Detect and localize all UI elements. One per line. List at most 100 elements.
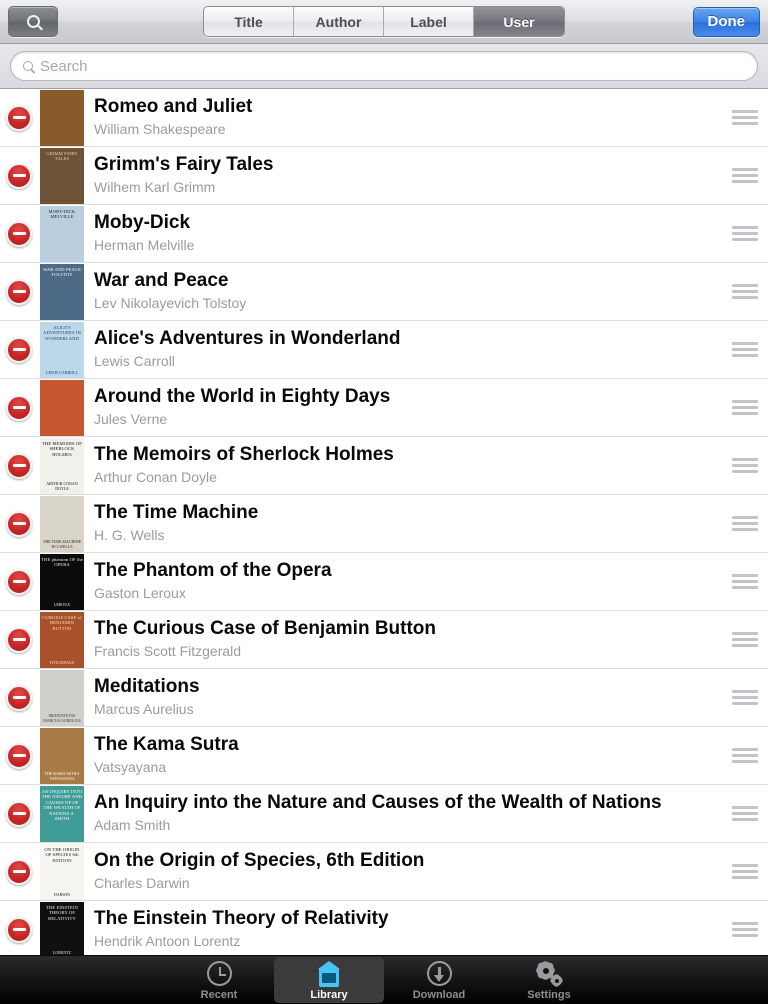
clock-icon <box>206 959 232 988</box>
table-row[interactable]: Romeo and Juliet William Shakespeare <box>0 89 768 147</box>
table-row[interactable]: ALICE'S ADVENTURES IN WONDERLAND LEWIS CA… <box>0 321 768 379</box>
book-cover-image: THE KAMA SUTRA VATSYAYANA <box>40 727 84 784</box>
minus-circle-icon[interactable] <box>6 916 32 943</box>
reorder-handle-icon[interactable] <box>722 168 768 183</box>
book-cover-image: THE EINSTEIN THEORY OF RELATIVITY LORENTZ <box>40 901 84 955</box>
reorder-line <box>732 528 758 531</box>
reorder-handle-icon[interactable] <box>722 400 768 415</box>
reorder-handle-icon[interactable] <box>722 458 768 473</box>
reorder-handle-icon[interactable] <box>722 748 768 763</box>
segment-user[interactable]: User <box>474 7 564 36</box>
reorder-handle-icon[interactable] <box>722 690 768 705</box>
reorder-line <box>732 806 758 809</box>
reorder-handle-icon[interactable] <box>722 284 768 299</box>
segment-author[interactable]: Author <box>294 7 384 36</box>
book-title: Alice's Adventures in Wonderland <box>94 327 401 349</box>
search-field[interactable]: Search <box>10 51 758 81</box>
book-author: Jules Verne <box>94 411 168 428</box>
minus-circle-icon[interactable] <box>6 858 32 885</box>
minus-circle-icon[interactable] <box>6 220 32 247</box>
reorder-handle-icon[interactable] <box>722 226 768 241</box>
minus-circle-icon[interactable] <box>6 568 32 595</box>
minus-circle-icon[interactable] <box>6 278 32 305</box>
reorder-line <box>732 412 758 415</box>
reorder-line <box>732 864 758 867</box>
minus-circle-icon[interactable] <box>6 684 32 711</box>
reorder-handle-icon[interactable] <box>722 574 768 589</box>
minus-circle-icon[interactable] <box>6 162 32 189</box>
minus-bar <box>12 812 26 815</box>
book-cover-image: CURIOUS CASE of BENJAMIN BUTTON FITZGERAL… <box>40 611 84 668</box>
sort-segmented-control[interactable]: Title Author Label User <box>203 6 565 37</box>
book-text-block: Moby-Dick Herman Melville <box>94 212 722 255</box>
cover-author-text: LEROUX <box>53 601 71 607</box>
table-row[interactable]: THE TIME MACHINE H.G.WELLS The Time Machi… <box>0 495 768 553</box>
book-title: Meditations <box>94 675 200 697</box>
library-icon <box>318 959 340 988</box>
cover-title-text: MOBY-DICK MELVILLE <box>48 208 76 220</box>
book-author: Wilhem Karl Grimm <box>94 179 216 196</box>
reorder-line <box>732 934 758 937</box>
segment-title[interactable]: Title <box>204 7 294 36</box>
reorder-line <box>732 580 758 583</box>
tab-recent[interactable]: Recent <box>164 957 274 1003</box>
table-row[interactable]: MOBY-DICK MELVILLE Moby-Dick Herman Melvil… <box>0 205 768 263</box>
table-row[interactable]: WAR AND PEACE TOLSTOY War and Peace Lev Ni… <box>0 263 768 321</box>
reorder-line <box>732 702 758 705</box>
minus-bar <box>12 406 26 409</box>
table-row[interactable]: ON THE ORIGIN OF SPECIES 6th EDITION DARW… <box>0 843 768 901</box>
minus-circle-icon[interactable] <box>6 800 32 827</box>
minus-circle-icon[interactable] <box>6 394 32 421</box>
tab-label: Settings <box>527 989 571 1001</box>
table-row[interactable]: CURIOUS CASE of BENJAMIN BUTTON FITZGERAL… <box>0 611 768 669</box>
reorder-line <box>732 516 758 519</box>
cover-title-text <box>40 90 84 93</box>
book-text-block: Meditations Marcus Aurelius <box>94 676 722 719</box>
table-row[interactable]: THE EINSTEIN THEORY OF RELATIVITY LORENTZ… <box>0 901 768 955</box>
reorder-handle-icon[interactable] <box>722 922 768 937</box>
book-title: The Kama Sutra <box>94 733 239 755</box>
minus-circle-icon[interactable] <box>6 104 32 131</box>
minus-circle-icon[interactable] <box>6 336 32 363</box>
tab-settings[interactable]: Settings <box>494 957 604 1003</box>
search-input-placeholder[interactable]: Search <box>40 58 88 75</box>
book-title: Grimm's Fairy Tales <box>94 153 274 175</box>
tab-download[interactable]: Download <box>384 957 494 1003</box>
book-text-block: The Curious Case of Benjamin Button Franc… <box>94 618 722 661</box>
minus-bar <box>12 174 26 177</box>
reorder-handle-icon[interactable] <box>722 342 768 357</box>
reorder-handle-icon[interactable] <box>722 806 768 821</box>
reorder-handle-icon[interactable] <box>722 864 768 879</box>
table-row[interactable]: Around the World in Eighty Days Jules Ver… <box>0 379 768 437</box>
table-row[interactable]: GRIMM FAIRY TALES Grimm's Fairy Tales Wilh… <box>0 147 768 205</box>
reorder-line <box>732 406 758 409</box>
tab-library[interactable]: Library <box>274 957 384 1003</box>
table-row[interactable]: THE phantom OF the OPERA LEROUX The Phanto… <box>0 553 768 611</box>
cover-title-text: ALICE'S ADVENTURES IN WONDERLAND <box>43 324 81 341</box>
book-cover-image: ON THE ORIGIN OF SPECIES 6th EDITION DARW… <box>40 843 84 900</box>
reorder-line <box>732 290 758 293</box>
book-author: Lev Nikolayevich Tolstoy <box>94 295 247 312</box>
table-row[interactable]: AN INQUIRY INTO THE NATURE AND CAUSES OF… <box>0 785 768 843</box>
cover-author-text: FITZGERALD <box>49 659 75 665</box>
minus-circle-icon[interactable] <box>6 742 32 769</box>
table-row[interactable]: THE MEMOIRS OF SHERLOCK HOLMES ARTHUR CON… <box>0 437 768 495</box>
book-text-block: The Memoirs of Sherlock Holmes Arthur Con… <box>94 444 722 487</box>
table-row[interactable]: THE KAMA SUTRA VATSYAYANA The Kama Sutra V… <box>0 727 768 785</box>
book-author: Francis Scott Fitzgerald <box>94 643 242 660</box>
cover-title-text <box>40 670 84 673</box>
minus-bar <box>12 522 26 525</box>
minus-circle-icon[interactable] <box>6 452 32 479</box>
book-text-block: Around the World in Eighty Days Jules Ver… <box>94 386 722 429</box>
reorder-handle-icon[interactable] <box>722 516 768 531</box>
book-author: Gaston Leroux <box>94 585 186 602</box>
reorder-handle-icon[interactable] <box>722 632 768 647</box>
done-button[interactable]: Done <box>692 6 760 37</box>
reorder-handle-icon[interactable] <box>722 110 768 125</box>
search-toggle-button[interactable] <box>8 6 58 37</box>
segment-label[interactable]: Label <box>384 7 474 36</box>
cover-author-text: ARTHUR CONAN DOYLE <box>46 480 78 491</box>
table-row[interactable]: MEDITATIONS MARCUS AURELIUS Meditations Ma… <box>0 669 768 727</box>
minus-circle-icon[interactable] <box>6 510 32 537</box>
minus-circle-icon[interactable] <box>6 626 32 653</box>
